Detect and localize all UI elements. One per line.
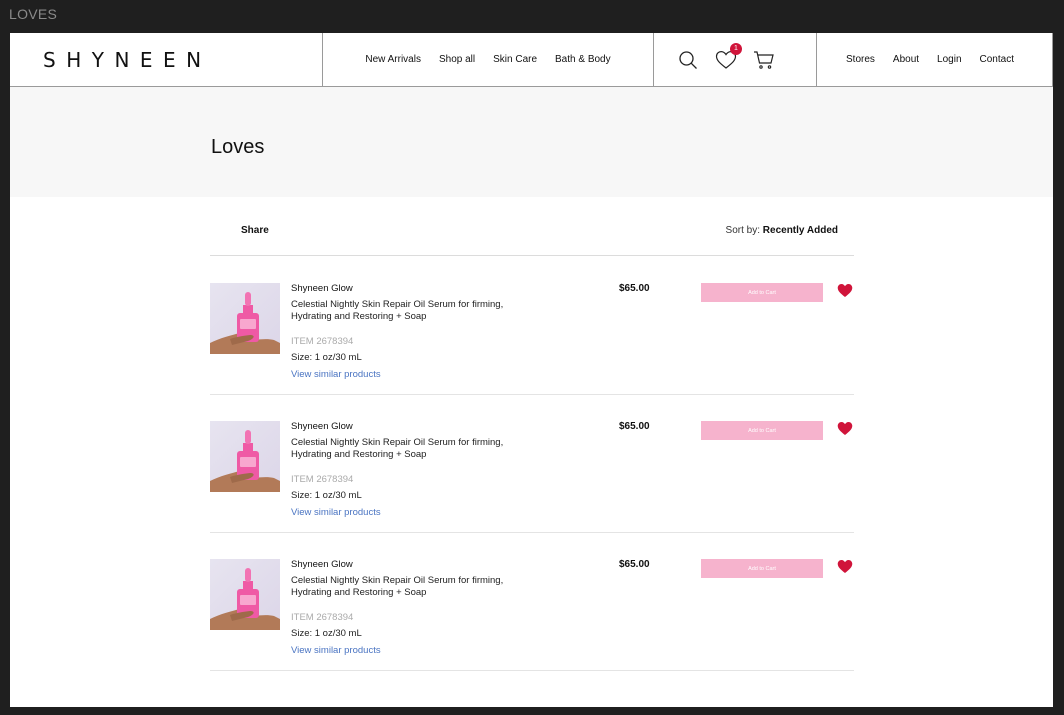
loves-button[interactable]: 1 [714,42,742,72]
cart-icon[interactable] [752,48,776,72]
sort-control[interactable]: Sort by: Recently Added [726,225,838,236]
loved-heart-icon[interactable] [837,283,853,298]
sort-value[interactable]: Recently Added [763,225,838,236]
header-icons: 1 [654,33,817,86]
add-to-cart-button[interactable]: Add to Cart [701,283,823,302]
page-hero: Loves [10,87,1053,197]
loved-heart-icon[interactable] [837,559,853,574]
product-brand[interactable]: Shyneen Glow [291,559,353,570]
nav-contact[interactable]: Contact [980,54,1014,65]
item-number: ITEM 2678394 [291,474,354,485]
product-size: Size: 1 oz/30 mL [291,352,362,363]
nav-new-arrivals[interactable]: New Arrivals [365,54,421,65]
item-number: ITEM 2678394 [291,612,354,623]
product-image[interactable] [210,421,280,492]
product-size: Size: 1 oz/30 mL [291,490,362,501]
utility-nav: Stores About Login Contact [817,33,1053,86]
view-similar-link[interactable]: View similar products [291,645,381,656]
product-description[interactable]: Celestial Nightly Skin Repair Oil Serum … [291,299,536,323]
product-brand[interactable]: Shyneen Glow [291,283,353,294]
frame-title: LOVES [9,6,58,22]
logo-cell: SHYNEEN [10,33,323,86]
view-similar-link[interactable]: View similar products [291,507,381,518]
nav-shop-all[interactable]: Shop all [439,54,475,65]
sort-label: Sort by: [725,225,761,236]
product-price: $65.00 [619,283,650,294]
product-description[interactable]: Celestial Nightly Skin Repair Oil Serum … [291,575,536,599]
logo[interactable]: SHYNEEN [43,48,212,72]
add-to-cart-button[interactable]: Add to Cart [701,421,823,440]
nav-login[interactable]: Login [937,54,961,65]
site-header: SHYNEEN New Arrivals Shop all Skin Care … [10,33,1053,87]
page-title: Loves [211,136,265,158]
nav-skin-care[interactable]: Skin Care [493,54,537,65]
loved-item: Shyneen Glow Celestial Nightly Skin Repa… [210,256,854,395]
product-price: $65.00 [619,559,650,570]
product-size: Size: 1 oz/30 mL [291,628,362,639]
item-number: ITEM 2678394 [291,336,354,347]
loves-toolbar: Share Sort by: Recently Added [210,218,854,256]
nav-stores[interactable]: Stores [846,54,875,65]
search-icon[interactable] [676,48,700,72]
product-description[interactable]: Celestial Nightly Skin Repair Oil Serum … [291,437,536,461]
loved-item: Shyneen Glow Celestial Nightly Skin Repa… [210,532,854,671]
nav-about[interactable]: About [893,54,919,65]
loved-heart-icon[interactable] [837,421,853,436]
main-nav: New Arrivals Shop all Skin Care Bath & B… [323,33,654,86]
share-button[interactable]: Share [241,225,269,236]
loves-count-badge: 1 [730,42,742,55]
product-image[interactable] [210,559,280,630]
add-to-cart-button[interactable]: Add to Cart [701,559,823,578]
product-brand[interactable]: Shyneen Glow [291,421,353,432]
loved-item: Shyneen Glow Celestial Nightly Skin Repa… [210,394,854,533]
product-image[interactable] [210,283,280,354]
nav-bath-body[interactable]: Bath & Body [555,54,611,65]
product-price: $65.00 [619,421,650,432]
view-similar-link[interactable]: View similar products [291,369,381,380]
page: SHYNEEN New Arrivals Shop all Skin Care … [10,33,1053,707]
